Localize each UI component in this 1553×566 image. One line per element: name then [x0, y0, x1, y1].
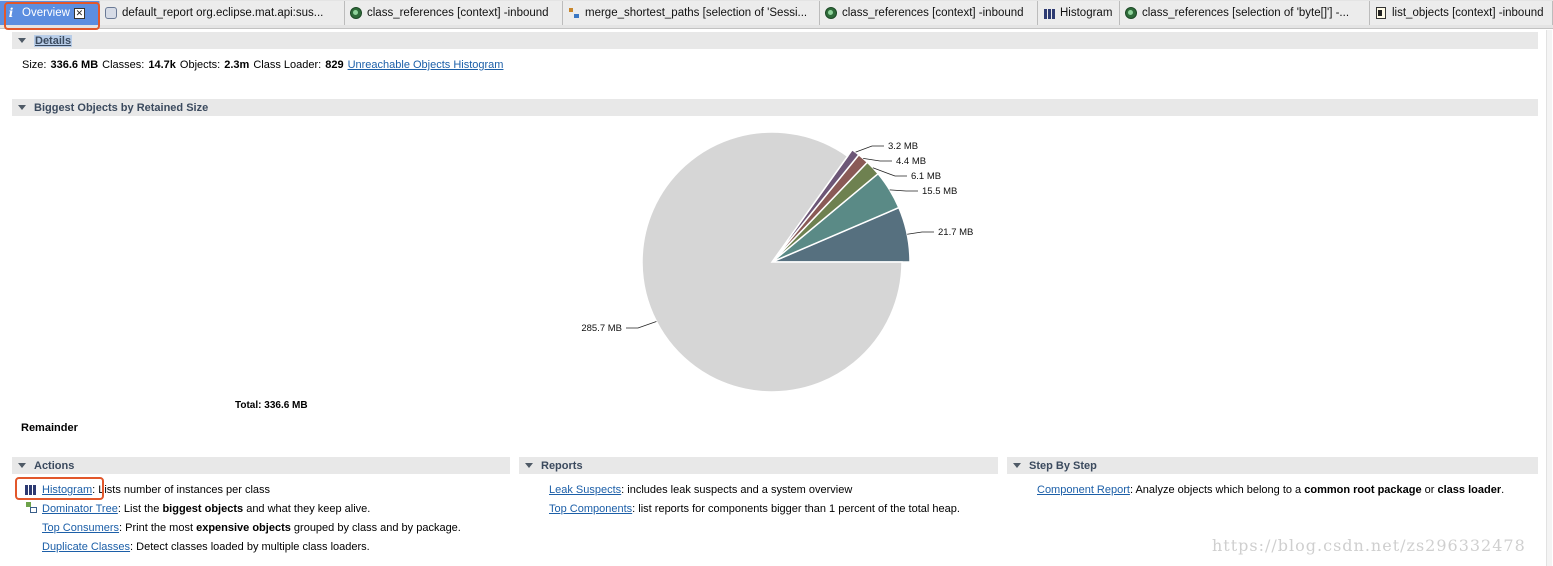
- tab-label: class_references [context] -inbound: [842, 7, 1024, 19]
- collapse-triangle-icon[interactable]: [18, 38, 26, 43]
- leak-suspects-link[interactable]: Leak Suspects: [549, 484, 621, 496]
- action-emphasis: biggest objects: [162, 503, 244, 515]
- step-description: or: [1421, 484, 1438, 496]
- step-description: .: [1501, 484, 1505, 496]
- action-description: and what they keep alive.: [243, 503, 371, 515]
- section-title: Reports: [541, 459, 583, 472]
- remainder-label: Remainder: [21, 422, 78, 434]
- unreachable-objects-histogram-link[interactable]: Unreachable Objects Histogram: [348, 59, 504, 71]
- reports-section-header[interactable]: Reports: [519, 457, 998, 474]
- retained-size-pie-chart: 21.7 MB 15.5 MB 6.1 MB 4.4 MB 3.2 MB 285.7 MB: [581, 131, 973, 393]
- report-top-components: Top Components: list reports for compone…: [549, 503, 979, 516]
- details-summary: Size: 336.6 MB Classes: 14.7k Objects: 2…: [22, 59, 503, 71]
- action-description: : Detect classes loaded by multiple clas…: [130, 541, 370, 553]
- query-icon: [1124, 6, 1138, 20]
- pie-leader-line: [863, 157, 892, 162]
- action-description: grouped by class and by package.: [290, 522, 461, 534]
- report-leak-suspects: Leak Suspects: includes leak suspects an…: [549, 484, 852, 497]
- step-by-step-section-header[interactable]: Step By Step: [1007, 457, 1538, 474]
- tab-class-references-1[interactable]: class_references [context] -inbound: [345, 1, 563, 25]
- section-title: Biggest Objects by Retained Size: [34, 101, 209, 114]
- biggest-objects-section-header[interactable]: Biggest Objects by Retained Size: [12, 99, 1538, 116]
- action-description: : Lists number of instances per class: [92, 484, 271, 496]
- step-emphasis: class loader: [1437, 484, 1502, 496]
- tree-icon: [567, 6, 581, 20]
- tab-histogram[interactable]: Histogram: [1038, 1, 1120, 25]
- tab-label: merge_shortest_paths [selection of 'Sess…: [585, 7, 808, 19]
- tab-default-report[interactable]: default_report org.eclipse.mat.api:sus..…: [100, 1, 345, 25]
- pie-leader-line: [626, 321, 657, 329]
- action-dominator-tree: Dominator Tree: List the biggest objects…: [42, 503, 370, 516]
- vertical-scrollbar[interactable]: [1546, 30, 1552, 566]
- collapse-triangle-icon[interactable]: [525, 463, 533, 468]
- query-icon: [349, 6, 363, 20]
- size-label: Size:: [22, 59, 47, 71]
- step-description: : Analyze objects which belong to a: [1129, 484, 1305, 496]
- classes-value: 14.7k: [148, 59, 176, 71]
- pie-total-label: Total: 336.6 MB: [235, 400, 308, 411]
- report-description: : includes leak suspects and a system ov…: [621, 484, 853, 496]
- tab-label: list_objects [context] -inbound: [1392, 7, 1544, 19]
- histogram-action-highlight: [15, 477, 104, 500]
- pie-slice-label: 15.5 MB: [922, 186, 957, 197]
- query-icon: [824, 6, 838, 20]
- editor-tab-bar: i Overview ✕ default_report org.eclipse.…: [0, 0, 1553, 29]
- pie-slice-label: 21.7 MB: [938, 227, 973, 238]
- section-title: Actions: [34, 459, 75, 472]
- action-top-consumers: Top Consumers: Print the most expensive …: [42, 522, 461, 535]
- action-description: : Print the most: [119, 522, 197, 534]
- dominator-tree-icon: [26, 502, 38, 514]
- list-icon: [1374, 6, 1388, 20]
- objects-value: 2.3m: [224, 59, 250, 71]
- overview-tab-highlight: [4, 2, 100, 30]
- collapse-triangle-icon[interactable]: [18, 105, 26, 110]
- report-description: : list reports for components bigger tha…: [632, 503, 960, 515]
- pie-slice-label: 6.1 MB: [911, 171, 941, 182]
- classes-label: Classes:: [102, 59, 145, 71]
- tab-list-objects[interactable]: list_objects [context] -inbound: [1370, 1, 1553, 25]
- actions-section-header[interactable]: Actions: [12, 457, 510, 474]
- top-components-link[interactable]: Top Components: [549, 503, 632, 515]
- pie-slice-label: 285.7 MB: [581, 323, 622, 334]
- tab-label: class_references [selection of 'byte[]']…: [1142, 7, 1350, 19]
- step-component-report: Component Report: Analyze objects which …: [1037, 484, 1522, 497]
- class-loader-label: Class Loader:: [253, 59, 322, 71]
- dominator-tree-link[interactable]: Dominator Tree: [42, 503, 118, 515]
- details-section-header[interactable]: Details: [12, 32, 1538, 49]
- pie-slice-label: 4.4 MB: [896, 156, 926, 167]
- collapse-triangle-icon[interactable]: [18, 463, 26, 468]
- tab-label: default_report org.eclipse.mat.api:sus..…: [122, 7, 324, 19]
- action-duplicate-classes: Duplicate Classes: Detect classes loaded…: [42, 541, 370, 554]
- duplicate-classes-link[interactable]: Duplicate Classes: [42, 541, 130, 553]
- tab-label: Histogram: [1060, 7, 1113, 19]
- collapse-triangle-icon[interactable]: [1013, 463, 1021, 468]
- pie-leader-line: [907, 231, 934, 235]
- watermark: https://blog.csdn.net/zs296332478: [1212, 536, 1526, 555]
- pie-leader-line: [889, 189, 918, 192]
- component-report-link[interactable]: Component Report: [1037, 484, 1130, 496]
- action-emphasis: expensive objects: [196, 522, 291, 534]
- histogram-icon: [1042, 6, 1056, 20]
- section-title: Step By Step: [1029, 459, 1097, 472]
- objects-label: Objects:: [179, 59, 221, 71]
- pie-slice-label: 3.2 MB: [888, 141, 918, 152]
- tab-class-references-3[interactable]: class_references [selection of 'byte[]']…: [1120, 1, 1370, 25]
- step-emphasis: common root package: [1304, 484, 1422, 496]
- action-description: : List the: [117, 503, 163, 515]
- size-value: 336.6 MB: [50, 59, 99, 71]
- section-title: Details: [34, 34, 73, 47]
- report-icon: [104, 6, 118, 20]
- tab-merge-shortest-paths[interactable]: merge_shortest_paths [selection of 'Sess…: [563, 1, 820, 25]
- class-loader-value: 829: [325, 59, 344, 71]
- top-consumers-link[interactable]: Top Consumers: [42, 522, 119, 534]
- pie-leader-line: [855, 145, 884, 153]
- tab-class-references-2[interactable]: class_references [context] -inbound: [820, 1, 1038, 25]
- tab-label: class_references [context] -inbound: [367, 7, 549, 19]
